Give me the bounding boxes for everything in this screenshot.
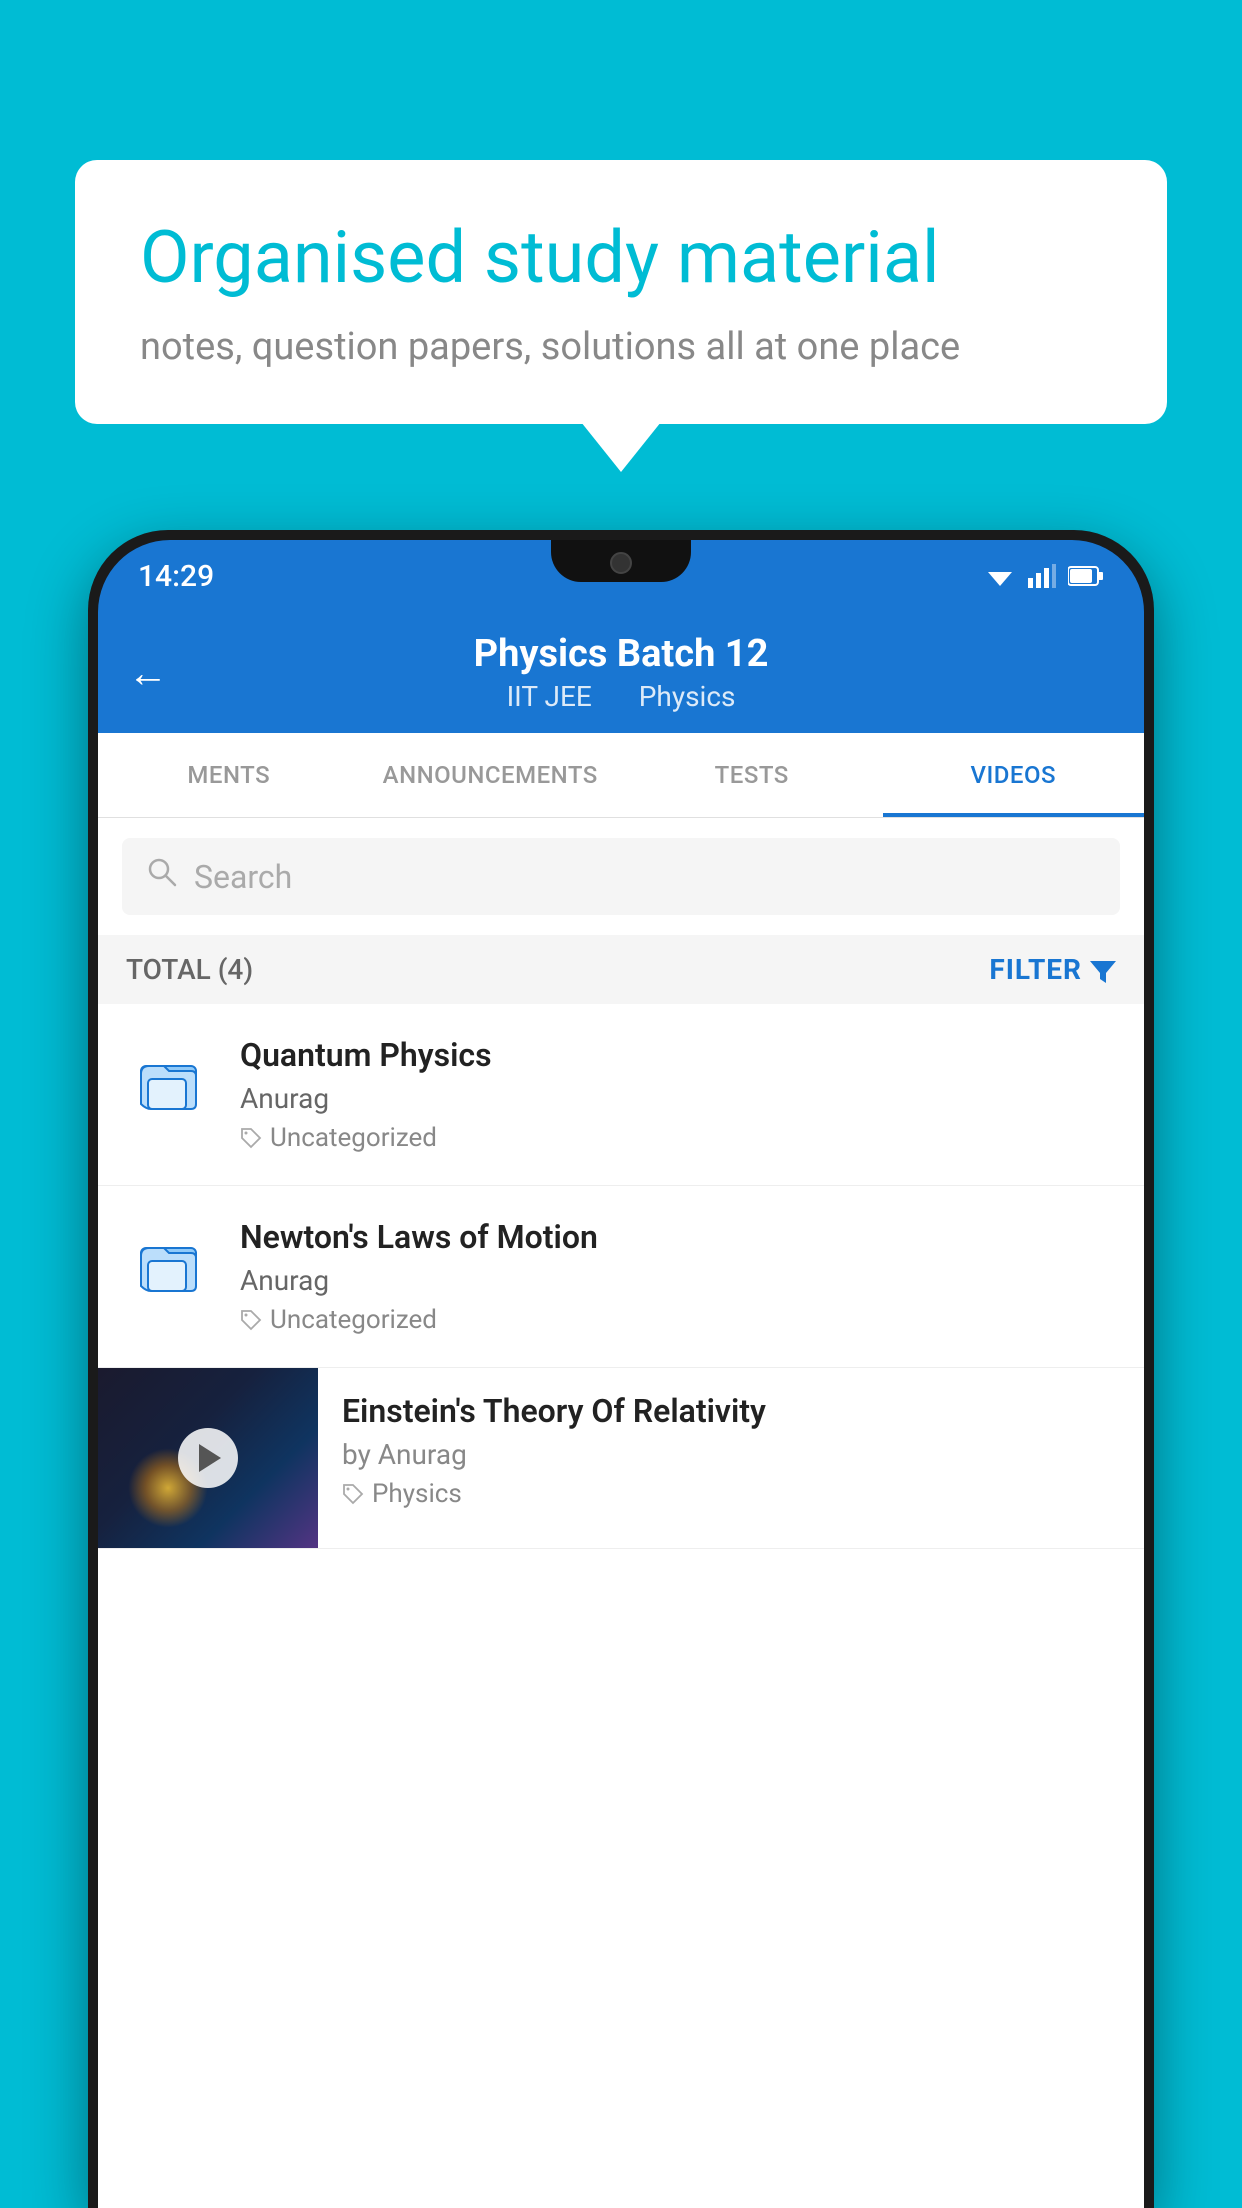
thumb-info: Einstein's Theory Of Relativity by Anura… [318, 1368, 1144, 1533]
status-time: 14:29 [138, 559, 214, 594]
item-author: Anurag [240, 1082, 1116, 1115]
search-icon [146, 856, 178, 897]
back-button[interactable]: ← [128, 649, 168, 696]
tab-videos[interactable]: VIDEOS [883, 733, 1145, 817]
tab-announcements[interactable]: ANNOUNCEMENTS [360, 733, 622, 817]
filter-row: TOTAL (4) FILTER [98, 935, 1144, 1004]
wifi-icon [984, 564, 1016, 588]
item-info: Newton's Laws of Motion Anurag Uncategor… [240, 1218, 1116, 1335]
video-author: by Anurag [342, 1438, 1120, 1471]
app-header: ← Physics Batch 12 IIT JEE Physics [98, 612, 1144, 733]
notch [551, 540, 691, 582]
item-tag: Uncategorized [240, 1123, 1116, 1153]
tag-icon [240, 1309, 262, 1331]
signal-icon [1028, 564, 1056, 588]
video-title: Einstein's Theory Of Relativity [342, 1392, 1120, 1430]
item-title: Quantum Physics [240, 1036, 1116, 1074]
item-tag: Uncategorized [240, 1305, 1116, 1335]
tabs-bar: MENTS ANNOUNCEMENTS TESTS VIDEOS [98, 733, 1144, 818]
filter-button[interactable]: FILTER [989, 953, 1116, 986]
video-tag: Physics [342, 1479, 1120, 1509]
batch-subtitle: IIT JEE Physics [98, 680, 1144, 713]
front-camera [610, 552, 632, 574]
play-icon [199, 1444, 221, 1472]
tag-icon [342, 1483, 364, 1505]
bubble-title: Organised study material [140, 215, 1102, 301]
filter-icon [1090, 957, 1116, 983]
phone-frame: 14:29 [88, 530, 1154, 2208]
filter-label: FILTER [989, 953, 1082, 986]
bubble-subtitle: notes, question papers, solutions all at… [140, 325, 1102, 369]
phone-inner: 14:29 [98, 540, 1144, 2208]
search-placeholder: Search [194, 858, 292, 896]
search-bar[interactable]: Search [122, 838, 1120, 915]
speech-bubble: Organised study material notes, question… [75, 160, 1167, 424]
status-bar: 14:29 [98, 540, 1144, 612]
subtitle-physics: Physics [639, 680, 736, 713]
list-item[interactable]: Newton's Laws of Motion Anurag Uncategor… [98, 1186, 1144, 1368]
folder-icon [126, 1036, 216, 1126]
item-title: Newton's Laws of Motion [240, 1218, 1116, 1256]
video-list: Quantum Physics Anurag Uncategorized [98, 1004, 1144, 2208]
tag-icon [240, 1127, 262, 1149]
status-icons [984, 564, 1104, 588]
play-button[interactable] [178, 1428, 238, 1488]
item-author: Anurag [240, 1264, 1116, 1297]
search-container: Search [98, 818, 1144, 935]
list-item-thumb[interactable]: Einstein's Theory Of Relativity by Anura… [98, 1368, 1144, 1549]
item-info: Quantum Physics Anurag Uncategorized [240, 1036, 1116, 1153]
phone-content: ← Physics Batch 12 IIT JEE Physics MENTS… [98, 612, 1144, 2208]
speech-bubble-section: Organised study material notes, question… [75, 160, 1167, 424]
tab-ments[interactable]: MENTS [98, 733, 360, 817]
folder-icon [126, 1218, 216, 1308]
video-thumbnail [98, 1368, 318, 1548]
total-count: TOTAL (4) [126, 953, 253, 986]
list-item[interactable]: Quantum Physics Anurag Uncategorized [98, 1004, 1144, 1186]
battery-icon [1068, 564, 1104, 588]
subtitle-iit: IIT JEE [507, 680, 592, 713]
tab-tests[interactable]: TESTS [621, 733, 883, 817]
batch-title: Physics Batch 12 [98, 632, 1144, 676]
